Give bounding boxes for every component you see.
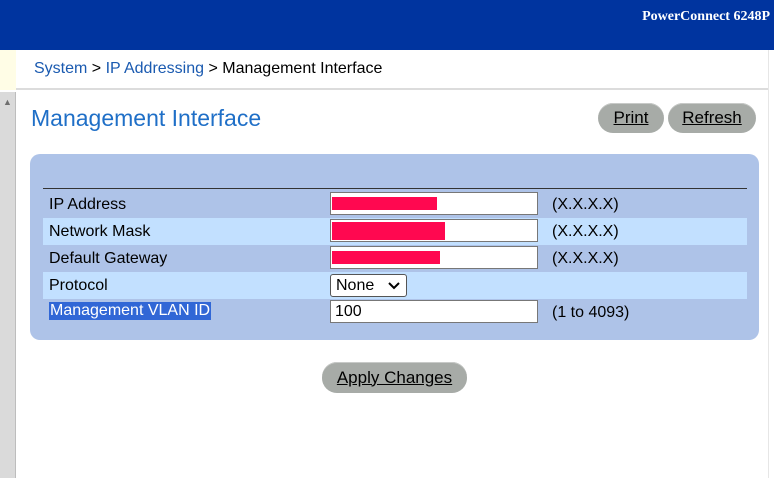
right-frame-edge (768, 50, 774, 478)
management-vlan-input[interactable] (330, 300, 538, 323)
ip-address-format-hint: (X.X.X.X) (552, 196, 619, 213)
breadcrumb-link-ip-addressing[interactable]: IP Addressing (106, 60, 204, 77)
default-gateway-row: Default Gateway (X.X.X.X) (43, 245, 747, 272)
protocol-row: Protocol None (43, 272, 747, 299)
chevron-down-icon (387, 277, 401, 298)
breadcrumb-bar: System > IP Addressing > Management Inte… (16, 50, 768, 90)
left-scrollbar[interactable]: ▲ (0, 92, 16, 478)
breadcrumb-separator: > (91, 60, 102, 77)
breadcrumb-current: Management Interface (222, 60, 383, 77)
refresh-button[interactable]: Refresh (668, 103, 756, 133)
network-mask-row: Network Mask (X.X.X.X) (43, 218, 747, 245)
scroll-up-icon[interactable]: ▲ (0, 96, 15, 108)
settings-panel: IP Address (X.X.X.X) Network Mask (X.X.X… (30, 154, 759, 340)
management-vlan-range-hint: (1 to 4093) (552, 304, 630, 321)
product-name: PowerConnect 6248P (642, 9, 770, 24)
ip-address-input[interactable] (330, 192, 538, 215)
default-gateway-format-hint: (X.X.X.X) (552, 250, 619, 267)
protocol-select[interactable]: None (330, 274, 407, 297)
header-banner: PowerConnect 6248P (0, 0, 774, 50)
page-title: Management Interface (31, 105, 262, 131)
redaction-mark (332, 251, 440, 264)
default-gateway-input[interactable] (330, 246, 538, 269)
print-button[interactable]: Print (598, 103, 664, 133)
breadcrumb-separator: > (208, 60, 218, 77)
network-mask-label: Network Mask (49, 223, 151, 240)
protocol-selected-value: None (336, 277, 375, 294)
management-vlan-label: Management VLAN ID (49, 302, 212, 320)
network-mask-format-hint: (X.X.X.X) (552, 223, 619, 240)
ip-address-label: IP Address (49, 196, 127, 213)
default-gateway-label: Default Gateway (49, 250, 168, 267)
redaction-mark (332, 197, 437, 210)
breadcrumb: System > IP Addressing > Management Inte… (34, 60, 382, 78)
network-mask-input[interactable] (330, 219, 538, 242)
redaction-mark (332, 222, 445, 240)
breadcrumb-link-system[interactable]: System (34, 60, 87, 77)
panel-divider (43, 188, 747, 189)
management-vlan-row: Management VLAN ID (1 to 4093) (43, 299, 747, 326)
left-frame-strip (0, 50, 16, 90)
protocol-label: Protocol (49, 277, 108, 294)
apply-changes-button[interactable]: Apply Changes (322, 362, 467, 393)
ip-address-row: IP Address (X.X.X.X) (43, 191, 747, 218)
